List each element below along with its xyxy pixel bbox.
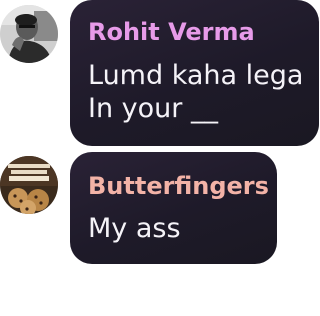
message-text: My ass xyxy=(88,212,259,245)
cookies-sticker-avatar-icon xyxy=(0,156,58,214)
message-line: In your __ xyxy=(88,93,218,124)
message-line: My ass xyxy=(88,213,181,244)
message-group: Rohit Verma Lumd kaha lega In your __ xyxy=(0,0,320,146)
man-photo-avatar-icon xyxy=(0,5,58,63)
sender-name: Rohit Verma xyxy=(88,18,255,46)
avatar[interactable] xyxy=(0,5,58,63)
sender-name: Butterfingers xyxy=(88,172,269,200)
message-text: Lumd kaha lega In your __ xyxy=(88,59,304,125)
message-bubble[interactable]: Rohit Verma Lumd kaha lega In your __ xyxy=(70,0,319,146)
message-line: Lumd kaha lega xyxy=(88,60,304,91)
message-group: Butterfingers My ass xyxy=(0,152,320,264)
message-bubble[interactable]: Butterfingers My ass xyxy=(70,152,277,264)
chat-transcript: Rohit Verma Lumd kaha lega In your __ Bu… xyxy=(0,0,320,316)
avatar[interactable] xyxy=(0,156,58,214)
